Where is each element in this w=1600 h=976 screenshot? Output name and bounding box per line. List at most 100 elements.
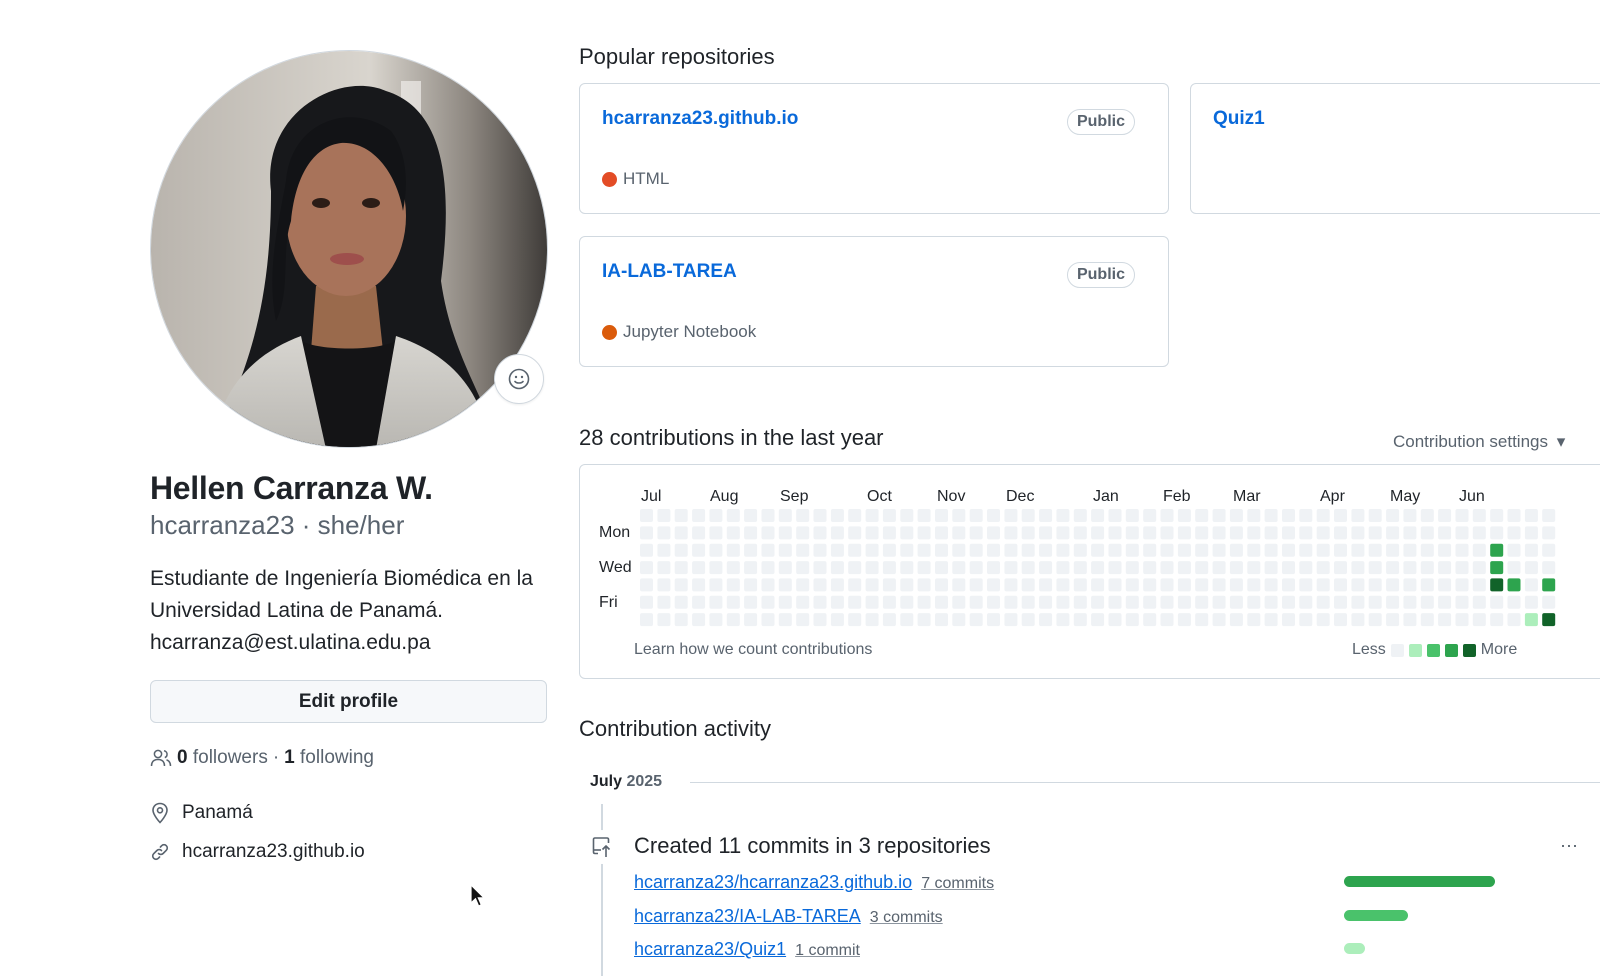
contribution-day-cell[interactable]: [761, 578, 775, 592]
contribution-day-cell[interactable]: [830, 526, 844, 540]
contribution-day-cell[interactable]: [1177, 595, 1191, 609]
contribution-day-cell[interactable]: [1368, 613, 1382, 627]
contribution-day-cell[interactable]: [1351, 613, 1365, 627]
contribution-day-cell[interactable]: [1264, 509, 1278, 522]
contribution-day-cell[interactable]: [709, 561, 723, 575]
contribution-day-cell[interactable]: [1212, 543, 1226, 557]
contribution-day-cell[interactable]: [1021, 561, 1035, 575]
contribution-day-cell[interactable]: [935, 578, 948, 592]
contribution-day-cell[interactable]: [1316, 561, 1330, 575]
contribution-day-cell[interactable]: [674, 561, 688, 575]
contribution-day-cell[interactable]: [726, 595, 740, 609]
contribution-day-cell[interactable]: [1420, 561, 1434, 575]
contribution-day-cell[interactable]: [1247, 543, 1261, 557]
contribution-day-cell[interactable]: [709, 595, 723, 609]
contribution-day-cell[interactable]: [848, 595, 862, 609]
contribution-day-cell[interactable]: [1160, 613, 1174, 627]
contribution-day-cell[interactable]: [952, 613, 966, 627]
contribution-day-cell[interactable]: [952, 595, 966, 609]
contribution-day-cell[interactable]: [1039, 613, 1053, 627]
contribution-day-cell[interactable]: [1316, 526, 1330, 540]
contribution-day-cell[interactable]: [657, 509, 671, 522]
contribution-day-cell[interactable]: [1507, 578, 1521, 592]
contribution-day-cell[interactable]: [1229, 613, 1243, 627]
contribution-day-cell[interactable]: [848, 578, 862, 592]
contribution-day-cell[interactable]: [1524, 526, 1538, 540]
contribution-day-cell[interactable]: [1264, 578, 1278, 592]
contribution-day-cell[interactable]: [1247, 561, 1261, 575]
contribution-day-cell[interactable]: [1282, 509, 1295, 522]
repo-name-link[interactable]: Quiz1: [1213, 108, 1265, 130]
contribution-day-cell[interactable]: [744, 613, 758, 627]
contribution-day-cell[interactable]: [1195, 595, 1209, 609]
contribution-day-cell[interactable]: [1472, 543, 1486, 557]
contribution-day-cell[interactable]: [1490, 509, 1504, 522]
contribution-day-cell[interactable]: [848, 561, 862, 575]
contribution-day-cell[interactable]: [761, 543, 775, 557]
contribution-day-cell[interactable]: [1091, 613, 1105, 627]
contribution-day-cell[interactable]: [935, 561, 948, 575]
contribution-day-cell[interactable]: [726, 613, 740, 627]
contribution-day-cell[interactable]: [1125, 526, 1139, 540]
contribution-day-cell[interactable]: [778, 543, 792, 557]
contribution-day-cell[interactable]: [778, 509, 792, 522]
contribution-day-cell[interactable]: [778, 526, 792, 540]
contribution-day-cell[interactable]: [1004, 613, 1018, 627]
contribution-day-cell[interactable]: [1091, 561, 1105, 575]
contribution-day-cell[interactable]: [1438, 561, 1452, 575]
contribution-day-cell[interactable]: [744, 595, 758, 609]
contribution-day-cell[interactable]: [1212, 509, 1226, 522]
contribution-day-cell[interactable]: [1368, 509, 1382, 522]
contribution-day-cell[interactable]: [1073, 578, 1087, 592]
contribution-day-cell[interactable]: [761, 526, 775, 540]
contribution-day-cell[interactable]: [848, 509, 862, 522]
contribution-day-cell[interactable]: [1472, 509, 1486, 522]
contribution-day-cell[interactable]: [1403, 595, 1417, 609]
contribution-day-cell[interactable]: [1229, 561, 1243, 575]
contribution-day-cell[interactable]: [1351, 578, 1365, 592]
contribution-day-cell[interactable]: [882, 509, 896, 522]
contribution-day-cell[interactable]: [900, 578, 914, 592]
contribution-day-cell[interactable]: [830, 613, 844, 627]
contribution-day-cell[interactable]: [1195, 613, 1209, 627]
contribution-day-cell[interactable]: [1299, 509, 1313, 522]
contribution-day-cell[interactable]: [830, 561, 844, 575]
contribution-day-cell[interactable]: [1160, 561, 1174, 575]
contribution-day-cell[interactable]: [848, 543, 862, 557]
contribution-day-cell[interactable]: [1368, 526, 1382, 540]
contribution-day-cell[interactable]: [1004, 578, 1018, 592]
contribution-day-cell[interactable]: [1108, 526, 1122, 540]
contribution-day-cell[interactable]: [935, 543, 948, 557]
contribution-day-cell[interactable]: [640, 561, 653, 575]
kebab-icon[interactable]: ⋯: [1560, 836, 1578, 857]
contribution-day-cell[interactable]: [1229, 578, 1243, 592]
contribution-day-cell[interactable]: [1420, 613, 1434, 627]
contribution-day-cell[interactable]: [1160, 509, 1174, 522]
contribution-day-cell[interactable]: [1351, 561, 1365, 575]
contribution-day-cell[interactable]: [1282, 526, 1295, 540]
contribution-day-cell[interactable]: [1507, 613, 1521, 627]
contribution-day-cell[interactable]: [1386, 578, 1400, 592]
contribution-day-cell[interactable]: [900, 613, 914, 627]
contribution-day-cell[interactable]: [969, 526, 983, 540]
contribution-day-cell[interactable]: [1351, 595, 1365, 609]
contribution-day-cell[interactable]: [1004, 526, 1018, 540]
activity-repo-link[interactable]: hcarranza23/hcarranza23.github.io: [634, 872, 912, 892]
contribution-day-cell[interactable]: [1368, 543, 1382, 557]
contribution-day-cell[interactable]: [1386, 561, 1400, 575]
contribution-day-cell[interactable]: [1021, 543, 1035, 557]
contribution-day-cell[interactable]: [830, 543, 844, 557]
contribution-day-cell[interactable]: [1247, 509, 1261, 522]
contribution-day-cell[interactable]: [1490, 561, 1504, 575]
edit-profile-button[interactable]: Edit profile: [150, 680, 547, 723]
contribution-day-cell[interactable]: [1490, 595, 1504, 609]
contribution-day-cell[interactable]: [1177, 578, 1191, 592]
contribution-day-cell[interactable]: [1039, 578, 1053, 592]
contribution-day-cell[interactable]: [1507, 561, 1521, 575]
contribution-day-cell[interactable]: [1108, 613, 1122, 627]
contribution-day-cell[interactable]: [813, 595, 827, 609]
contribution-day-cell[interactable]: [778, 613, 792, 627]
contribution-day-cell[interactable]: [1091, 578, 1105, 592]
contribution-day-cell[interactable]: [1386, 613, 1400, 627]
repo-name-link[interactable]: hcarranza23.github.io: [602, 108, 798, 130]
